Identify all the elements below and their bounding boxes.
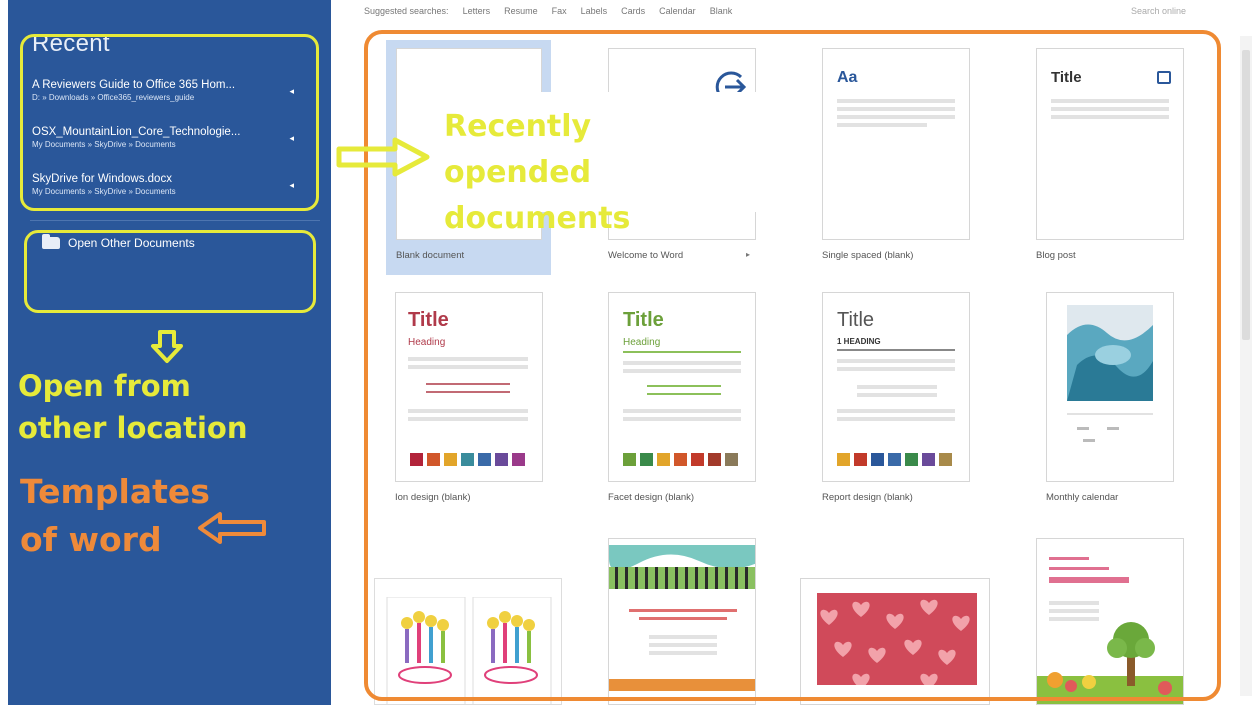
- template-thumbnail: [1036, 538, 1184, 705]
- sample-heading: Heading: [408, 337, 446, 348]
- open-other-highlight-box: [24, 230, 316, 313]
- suggested-searches-bar: Suggested searches: Letters Resume Fax L…: [360, 0, 1252, 22]
- template-thumbnail: [374, 578, 562, 705]
- sidebar-divider: [30, 220, 320, 221]
- annotation-recently-opened: Recently opended documents: [444, 109, 631, 236]
- template-label: Single spaced (blank): [822, 250, 914, 261]
- template-label: Report design (blank): [822, 492, 913, 503]
- flyer-banner-image: [609, 545, 755, 589]
- suggested-search-link[interactable]: Blank: [710, 6, 733, 16]
- sample-heading: 1 HEADING: [837, 337, 881, 346]
- annotation-open-from-other: Open from other location: [18, 369, 248, 445]
- template-ion-design[interactable]: Title Heading Ion design (blank): [395, 292, 545, 512]
- suggested-search-link[interactable]: Calendar: [659, 6, 696, 16]
- template-thumbnail: Title Heading: [608, 292, 756, 482]
- tree-illustration: [1037, 622, 1183, 704]
- sample-title: Title: [837, 309, 875, 331]
- template-facet-design[interactable]: Title Heading Facet design (blank): [608, 292, 758, 512]
- hearts-pattern-image: [817, 593, 977, 685]
- template-birthday-card[interactable]: [374, 578, 564, 705]
- suggested-search-link[interactable]: Fax: [552, 6, 567, 16]
- suggested-searches-label: Suggested searches:: [364, 6, 449, 16]
- template-label: Blog post: [1036, 250, 1076, 261]
- sample-title: Title: [623, 309, 664, 331]
- suggested-search-link[interactable]: Cards: [621, 6, 645, 16]
- template-report-design[interactable]: Title 1 HEADING Report design (blank): [822, 292, 972, 512]
- template-label: Blank document: [396, 250, 465, 261]
- recent-highlight-box: [20, 34, 319, 211]
- template-single-spaced[interactable]: Aa Single spaced (blank): [822, 48, 972, 273]
- suggested-search-link[interactable]: Resume: [504, 6, 538, 16]
- down-arrow-icon: [151, 330, 183, 363]
- scrollbar-thumb[interactable]: [1242, 50, 1250, 340]
- left-arrow-icon: [198, 512, 266, 544]
- template-thumbnail: Aa: [822, 48, 970, 240]
- birthday-candles-image: [386, 597, 552, 704]
- sample-title: Title: [408, 309, 449, 331]
- sample-heading: Heading: [623, 337, 661, 348]
- calendar-photo: [1067, 305, 1153, 401]
- template-event-flyer[interactable]: [608, 538, 758, 705]
- right-arrow-icon: [336, 137, 430, 177]
- template-label: Ion design (blank): [395, 492, 471, 503]
- template-label: Monthly calendar: [1046, 492, 1119, 503]
- template-thumbnail: Title Heading: [395, 292, 543, 482]
- blog-icon: [1157, 71, 1171, 84]
- template-thumbnail: [608, 538, 756, 705]
- template-monthly-calendar[interactable]: Monthly calendar: [1046, 292, 1176, 512]
- template-thumbnail: [1046, 292, 1174, 482]
- template-thumbnail: [800, 578, 990, 705]
- annotation-templates-of-word: Templates of word: [20, 472, 210, 559]
- template-hearts-card[interactable]: [800, 578, 992, 705]
- template-thumbnail: Title: [1036, 48, 1184, 240]
- sample-text: Title: [1051, 69, 1082, 86]
- template-label: Welcome to Word: [608, 250, 684, 261]
- search-online-link[interactable]: Search online: [1131, 6, 1186, 16]
- pin-icon[interactable]: ▸: [746, 250, 750, 259]
- suggested-search-link[interactable]: Labels: [581, 6, 608, 16]
- template-blog-post[interactable]: Title Blog post: [1036, 48, 1186, 273]
- template-celebration-flyer[interactable]: [1036, 538, 1186, 705]
- template-label: Facet design (blank): [608, 492, 695, 503]
- template-thumbnail: Title 1 HEADING: [822, 292, 970, 482]
- sample-text: Aa: [837, 69, 858, 86]
- suggested-search-link[interactable]: Letters: [463, 6, 491, 16]
